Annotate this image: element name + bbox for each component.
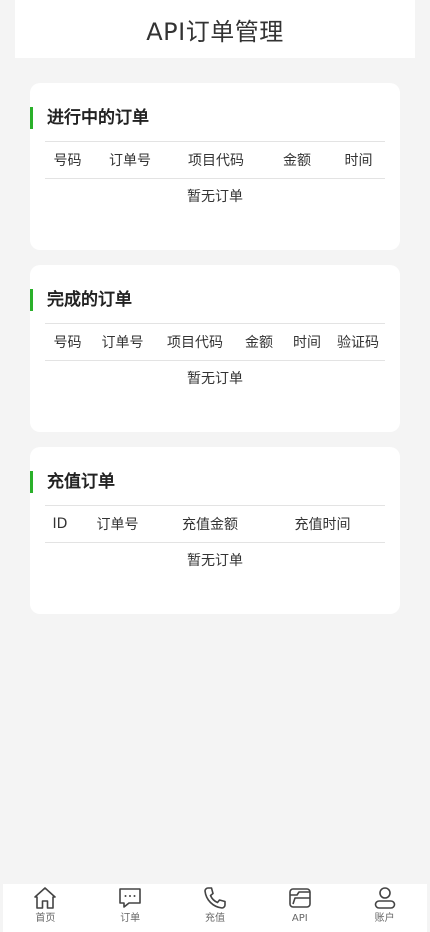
column-header: 金额 xyxy=(245,335,273,351)
completed-orders-table: 号码 订单号 项目代码 金额 时间 验证码 暂无订单 xyxy=(45,323,385,389)
table-header: 号码 订单号 项目代码 金额 时间 验证码 xyxy=(45,323,385,361)
tab-account[interactable]: 账户 xyxy=(350,884,420,925)
column-header: 时间 xyxy=(344,153,373,169)
column-header: 时间 xyxy=(293,335,321,351)
recharge-orders-table: ID 订单号 充值金额 充值时间 暂无订单 xyxy=(45,505,385,571)
recharge-orders-card: 充值订单 ID 订单号 充值金额 充值时间 暂无订单 xyxy=(30,447,400,614)
column-header: ID xyxy=(52,516,68,532)
phone-icon xyxy=(204,887,226,909)
page-header: API订单管理 xyxy=(15,0,415,58)
user-icon xyxy=(374,887,395,909)
folder-icon xyxy=(288,888,311,908)
column-header: 验证码 xyxy=(337,335,379,351)
column-header: 金额 xyxy=(283,153,311,169)
page-title: API订单管理 xyxy=(146,17,284,46)
column-header: 号码 xyxy=(53,153,82,169)
column-header: 充值金额 xyxy=(182,517,238,533)
completed-orders-card: 完成的订单 号码 订单号 项目代码 金额 时间 验证码 暂无订单 xyxy=(30,265,400,432)
ongoing-orders-card: 进行中的订单 号码 订单号 项目代码 金额 时间 暂无订单 xyxy=(30,83,400,250)
tab-label: API xyxy=(291,913,308,924)
home-icon xyxy=(34,887,57,909)
empty-state-text: 暂无订单 xyxy=(187,189,243,205)
section-title: 完成的订单 xyxy=(30,289,132,311)
table-header: 号码 订单号 项目代码 金额 时间 xyxy=(45,141,385,179)
bottom-tab-bar: 首页 订单 充值 API 账户 xyxy=(3,884,427,932)
empty-state-text: 暂无订单 xyxy=(187,553,243,569)
column-header: 项目代码 xyxy=(188,153,244,169)
tab-label: 首页 xyxy=(35,913,56,924)
tab-home[interactable]: 首页 xyxy=(10,884,80,925)
column-header: 号码 xyxy=(53,335,82,351)
section-title: 进行中的订单 xyxy=(30,107,149,129)
tab-label: 账户 xyxy=(374,913,395,924)
tab-api[interactable]: API xyxy=(265,884,335,925)
tab-label: 订单 xyxy=(120,913,141,924)
table-header: ID 订单号 充值金额 充值时间 xyxy=(45,505,385,543)
ongoing-orders-table: 号码 订单号 项目代码 金额 时间 暂无订单 xyxy=(45,141,385,207)
chat-icon xyxy=(119,888,141,908)
section-title: 充值订单 xyxy=(30,471,115,493)
tab-orders[interactable]: 订单 xyxy=(95,884,165,925)
empty-state-text: 暂无订单 xyxy=(187,371,243,387)
column-header: 订单号 xyxy=(96,517,139,533)
column-header: 项目代码 xyxy=(167,335,223,351)
column-header: 充值时间 xyxy=(294,517,351,533)
tab-recharge[interactable]: 充值 xyxy=(180,884,250,925)
tab-label: 充值 xyxy=(204,913,225,924)
column-header: 订单号 xyxy=(109,153,151,169)
column-header: 订单号 xyxy=(101,335,144,351)
